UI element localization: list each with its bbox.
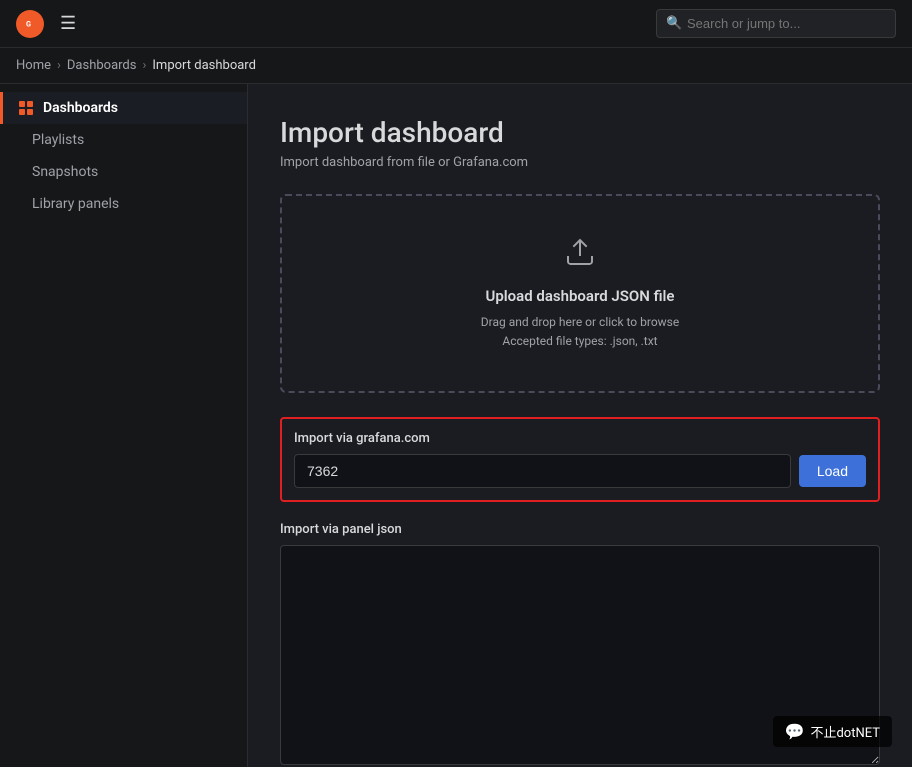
- import-grafana-row: Load: [294, 454, 866, 488]
- breadcrumb-current: Import dashboard: [152, 58, 256, 73]
- sidebar-library-panels-label: Library panels: [32, 196, 119, 212]
- sidebar: Dashboards Playlists Snapshots Library p…: [0, 84, 248, 767]
- page-title: Import dashboard: [280, 116, 880, 149]
- hamburger-button[interactable]: ☰: [56, 9, 80, 38]
- search-input[interactable]: [656, 9, 896, 38]
- sidebar-item-dashboards[interactable]: Dashboards: [0, 92, 247, 124]
- import-grafana-label: Import via grafana.com: [294, 431, 866, 446]
- grafana-logo: G: [16, 10, 44, 38]
- sidebar-dashboards-label: Dashboards: [43, 100, 118, 116]
- import-grafana-section: Import via grafana.com Load: [280, 417, 880, 502]
- breadcrumb: Home › Dashboards › Import dashboard: [0, 48, 912, 84]
- sidebar-playlists-label: Playlists: [32, 132, 84, 148]
- breadcrumb-dashboards[interactable]: Dashboards: [67, 58, 137, 73]
- upload-title: Upload dashboard JSON file: [302, 287, 858, 305]
- watermark: 💬 不止dotNET: [773, 716, 892, 747]
- upload-hint-line1: Drag and drop here or click to browse: [302, 313, 858, 332]
- topbar: G ☰ 🔍: [0, 0, 912, 48]
- topbar-left: G ☰: [16, 9, 80, 38]
- sidebar-item-library-panels[interactable]: Library panels: [0, 188, 247, 220]
- watermark-text: 不止dotNET: [810, 722, 880, 741]
- grafana-id-input[interactable]: [294, 454, 791, 488]
- grafana-load-button[interactable]: Load: [799, 455, 866, 487]
- dashboards-icon: [19, 101, 33, 115]
- main-layout: Dashboards Playlists Snapshots Library p…: [0, 84, 912, 767]
- search-wrapper: 🔍: [656, 9, 896, 38]
- breadcrumb-sep-1: ›: [57, 58, 61, 73]
- breadcrumb-home[interactable]: Home: [16, 58, 51, 73]
- sidebar-snapshots-label: Snapshots: [32, 164, 98, 180]
- import-grafana-focused-box: Import via grafana.com Load: [280, 417, 880, 502]
- sidebar-item-playlists[interactable]: Playlists: [0, 124, 247, 156]
- page-subtitle: Import dashboard from file or Grafana.co…: [280, 155, 880, 170]
- breadcrumb-sep-2: ›: [142, 58, 146, 73]
- sidebar-item-snapshots[interactable]: Snapshots: [0, 156, 247, 188]
- upload-area[interactable]: Upload dashboard JSON file Drag and drop…: [280, 194, 880, 393]
- upload-icon: [302, 236, 858, 275]
- content-area: Import dashboard Import dashboard from f…: [248, 84, 912, 767]
- wechat-icon: 💬: [785, 722, 805, 741]
- upload-hint-line2: Accepted file types: .json, .txt: [302, 332, 858, 351]
- svg-text:G: G: [26, 19, 31, 28]
- import-json-label: Import via panel json: [280, 522, 880, 537]
